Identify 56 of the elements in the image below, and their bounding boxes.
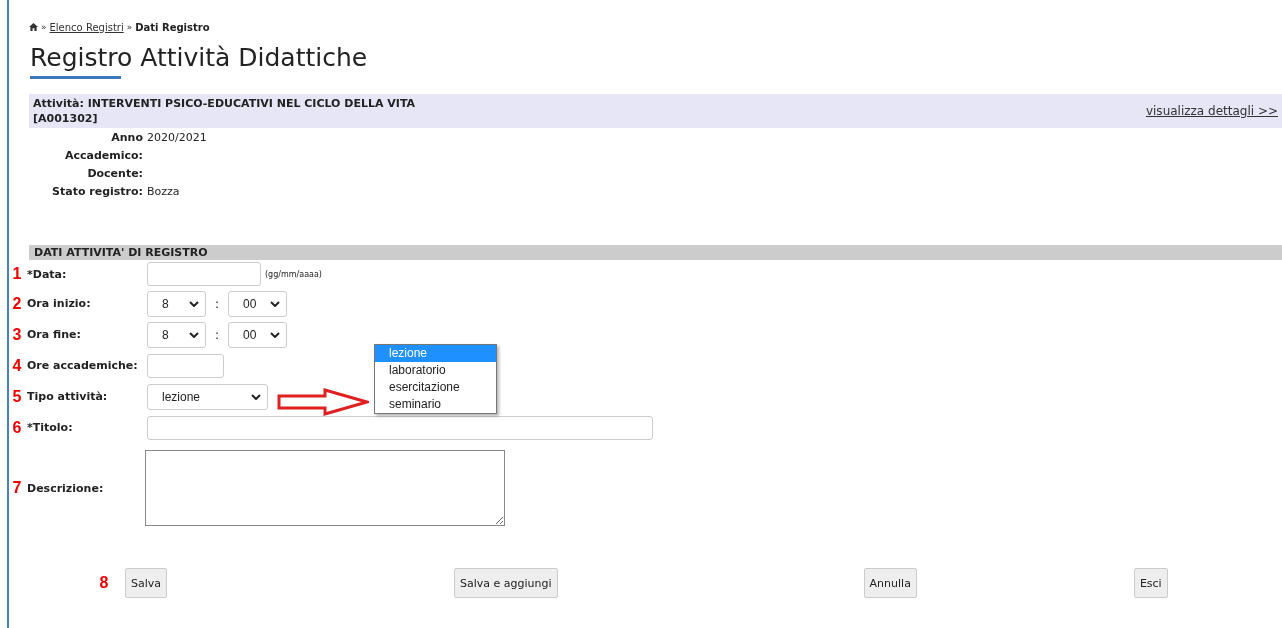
time-separator: : <box>213 327 220 342</box>
field-label: *Titolo: <box>26 421 74 434</box>
chevron-down-icon <box>270 300 280 307</box>
field-label: Ora fine: <box>26 328 82 341</box>
activity-title: Attività: INTERVENTI PSICO-EDUCATIVI NEL CICLO DELLA VITA <box>33 96 416 111</box>
date-field[interactable] <box>147 262 261 286</box>
step-number: 4 <box>11 356 23 375</box>
form-button[interactable]: Annulla <box>863 568 917 598</box>
type-select[interactable]: lezione <box>147 383 268 410</box>
field-label: *Data: <box>26 267 68 281</box>
hours-field[interactable] <box>147 353 224 378</box>
chevron-down-icon <box>270 331 280 338</box>
field-label: Ora inizio: <box>26 297 92 310</box>
arrow-icon <box>277 388 369 416</box>
minute-select[interactable]: 00 <box>228 321 287 348</box>
step-number: 8 <box>98 574 110 592</box>
dropdown-option[interactable]: laboratorio <box>375 362 496 379</box>
section-header: DATI ATTIVITA' DI REGISTRO <box>29 245 1282 260</box>
dropdown-option[interactable]: seminario <box>375 396 496 413</box>
info-label: Stato registro: <box>51 184 143 199</box>
step-number: 6 <box>11 418 23 437</box>
step-number: 7 <box>11 479 23 497</box>
details-link[interactable]: visualizza dettagli >> <box>1145 104 1278 118</box>
page-title: Registro Attività Didattiche <box>30 43 369 73</box>
dropdown-option[interactable]: esercitazione <box>375 379 496 396</box>
chevron-down-icon <box>189 331 199 338</box>
chevron-down-icon <box>189 300 199 307</box>
breadcrumb-current: Dati Registro <box>135 21 210 33</box>
hour-select[interactable]: 8 <box>147 321 206 348</box>
form-button[interactable]: Esci <box>1133 568 1168 598</box>
home-icon[interactable] <box>29 23 38 31</box>
step-number: 5 <box>11 387 23 406</box>
time-separator: : <box>213 296 220 311</box>
chevron-down-icon <box>251 393 261 400</box>
step-number: 3 <box>11 325 23 344</box>
hour-select[interactable]: 8 <box>147 290 206 317</box>
field-label: Descrizione: <box>26 481 105 495</box>
step-number: 1 <box>11 265 23 283</box>
date-format-hint: (gg/mm/aaaa) <box>265 269 322 279</box>
info-value: Bozza <box>147 184 181 199</box>
step-number: 2 <box>11 294 23 313</box>
activity-code: [A001302] <box>33 111 99 126</box>
info-label: Anno <box>110 130 143 145</box>
form-button[interactable]: Salva <box>125 568 168 598</box>
field-label: Tipo attività: <box>26 390 109 403</box>
info-label: Docente: <box>86 166 143 181</box>
breadcrumb-separator: » <box>126 22 133 32</box>
breadcrumb-separator: » <box>41 22 47 32</box>
form-button[interactable]: Salva e aggiungi <box>454 568 558 598</box>
field-label: Ore accademiche: <box>26 359 139 372</box>
description-field[interactable] <box>145 450 505 526</box>
minute-select[interactable]: 00 <box>228 290 287 317</box>
info-value: 2020/2021 <box>147 130 208 145</box>
info-label: Accademico: <box>63 148 143 163</box>
title-field[interactable] <box>147 415 653 440</box>
breadcrumb-link[interactable]: Elenco Registri <box>49 21 124 33</box>
